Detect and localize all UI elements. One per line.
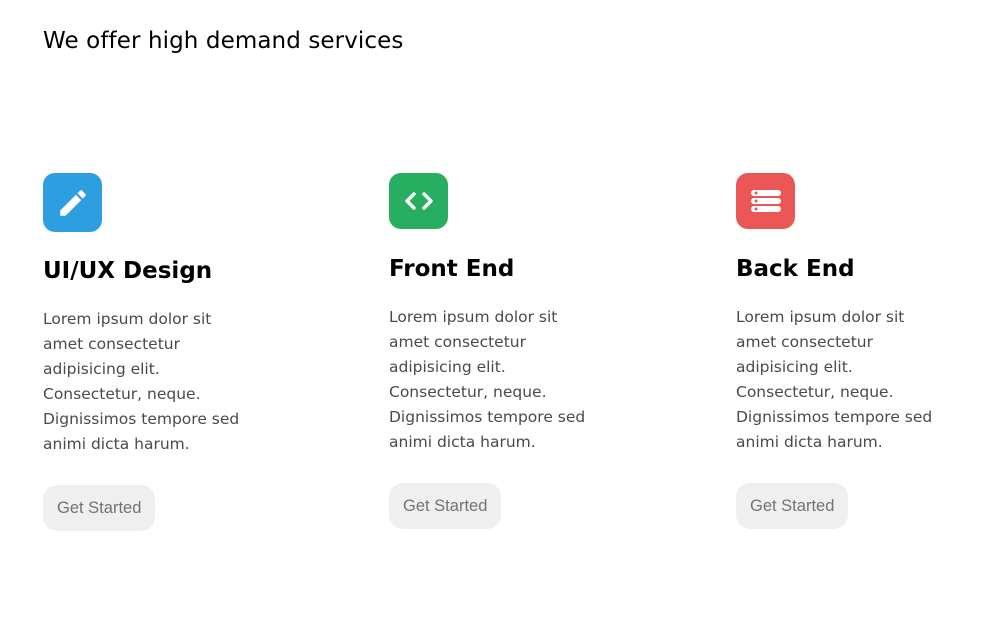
card-title: UI/UX Design xyxy=(43,258,213,284)
card-title: Front End xyxy=(389,256,515,282)
get-started-button[interactable]: Get Started xyxy=(736,483,849,529)
section-title: We offer high demand services xyxy=(43,28,404,54)
card-description: Lorem ipsum dolor sit amet consectetur a… xyxy=(43,310,240,453)
service-card-back-end: Back End Lorem ipsum dolor sit amet cons… xyxy=(736,173,996,529)
service-card-front-end: Front End Lorem ipsum dolor sit amet con… xyxy=(389,173,649,529)
pencil-icon xyxy=(43,173,102,232)
card-title: Back End xyxy=(736,256,855,282)
service-card-ui-ux: UI/UX Design Lorem ipsum dolor sit amet … xyxy=(43,173,303,531)
card-description: Lorem ipsum dolor sit amet consectetur a… xyxy=(736,308,933,451)
get-started-button[interactable]: Get Started xyxy=(389,483,502,529)
server-icon xyxy=(736,173,795,229)
code-icon xyxy=(389,173,448,229)
card-description: Lorem ipsum dolor sit amet consectetur a… xyxy=(389,308,586,451)
get-started-button[interactable]: Get Started xyxy=(43,485,156,531)
